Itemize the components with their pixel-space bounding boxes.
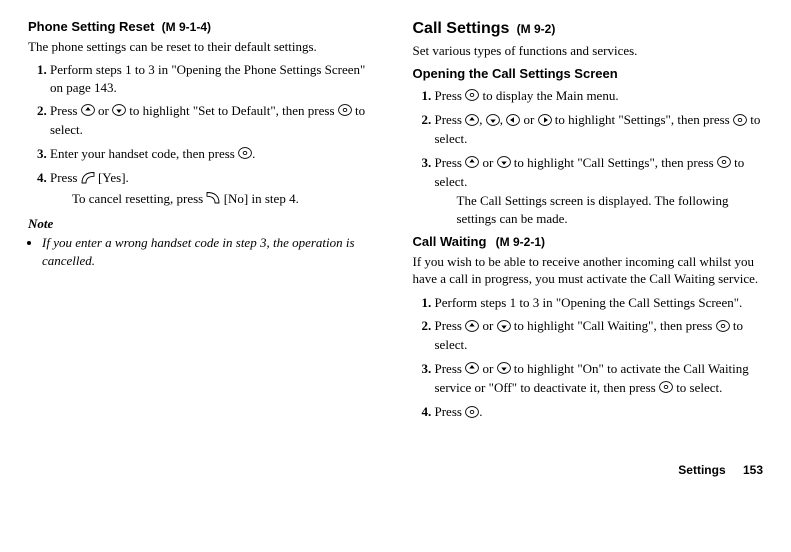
phone-reset-code: (M 9-1-4) xyxy=(162,20,211,34)
list-item: Press to display the Main menu. xyxy=(435,87,764,106)
right-column: Call Settings (M 9-2) Set various types … xyxy=(413,18,764,428)
page-footer: Settings 153 xyxy=(28,462,763,478)
list-item: Enter your handset code, then press . xyxy=(50,145,379,164)
opening-heading: Opening the Call Settings Screen xyxy=(413,65,764,83)
note-list: If you enter a wrong handset code in ste… xyxy=(28,234,379,269)
call-settings-heading: Call Settings xyxy=(413,20,510,37)
call-waiting-heading: Call Waiting xyxy=(413,234,487,249)
nav-up-icon xyxy=(465,361,479,379)
list-item: Press or to highlight "On" to activate t… xyxy=(435,360,764,398)
nav-down-icon xyxy=(112,103,126,121)
phone-reset-intro: The phone settings can be reset to their… xyxy=(28,38,379,56)
nav-centre-icon xyxy=(338,103,352,121)
left-column: Phone Setting Reset (M 9-1-4) The phone … xyxy=(28,18,379,428)
nav-right-icon xyxy=(538,113,552,131)
nav-left-icon xyxy=(506,113,520,131)
list-item: Press or to highlight "Call Settings", t… xyxy=(435,154,764,227)
nav-up-icon xyxy=(465,113,479,131)
call-waiting-steps: Perform steps 1 to 3 in "Opening the Cal… xyxy=(413,294,764,422)
nav-down-icon xyxy=(497,155,511,173)
call-settings-intro: Set various types of functions and servi… xyxy=(413,42,764,60)
opening-after: The Call Settings screen is displayed. T… xyxy=(457,192,764,227)
phone-reset-heading: Phone Setting Reset xyxy=(28,19,154,34)
nav-centre-icon xyxy=(238,146,252,164)
list-item: Press [Yes]. To cancel resetting, press … xyxy=(50,169,379,209)
nav-centre-icon xyxy=(659,380,673,398)
call-settings-heading-row: Call Settings (M 9-2) xyxy=(413,18,764,40)
softkey-left-icon xyxy=(81,171,95,189)
list-item: Press or to highlight "Set to Default", … xyxy=(50,102,379,138)
nav-down-icon xyxy=(486,113,500,131)
opening-steps: Press to display the Main menu. Press , … xyxy=(413,87,764,228)
list-item: Perform steps 1 to 3 in "Opening the Pho… xyxy=(50,61,379,96)
nav-centre-icon xyxy=(465,88,479,106)
nav-up-icon xyxy=(465,155,479,173)
nav-centre-icon xyxy=(733,113,747,131)
nav-up-icon xyxy=(465,319,479,337)
nav-centre-icon xyxy=(717,155,731,173)
list-item: Press or to highlight "Call Waiting", th… xyxy=(435,317,764,353)
nav-up-icon xyxy=(81,103,95,121)
nav-down-icon xyxy=(497,361,511,379)
nav-centre-icon xyxy=(716,319,730,337)
note-title: Note xyxy=(28,215,379,233)
call-waiting-heading-row: Call Waiting (M 9-2-1) xyxy=(413,233,764,251)
softkey-right-icon xyxy=(206,191,220,209)
list-item: Press , , or to highlight "Settings", th… xyxy=(435,111,764,147)
nav-down-icon xyxy=(497,319,511,337)
note-item: If you enter a wrong handset code in ste… xyxy=(42,234,379,269)
phone-reset-substep: To cancel resetting, press [No] in step … xyxy=(72,190,379,209)
footer-page-number: 153 xyxy=(743,463,763,477)
call-settings-code: (M 9-2) xyxy=(517,22,556,36)
call-waiting-code: (M 9-2-1) xyxy=(496,235,545,249)
phone-reset-heading-row: Phone Setting Reset (M 9-1-4) xyxy=(28,18,379,36)
nav-centre-icon xyxy=(465,405,479,423)
list-item: Press . xyxy=(435,403,764,422)
phone-reset-steps: Perform steps 1 to 3 in "Opening the Pho… xyxy=(28,61,379,209)
footer-label: Settings xyxy=(678,463,725,477)
list-item: Perform steps 1 to 3 in "Opening the Cal… xyxy=(435,294,764,312)
call-waiting-intro: If you wish to be able to receive anothe… xyxy=(413,253,764,288)
